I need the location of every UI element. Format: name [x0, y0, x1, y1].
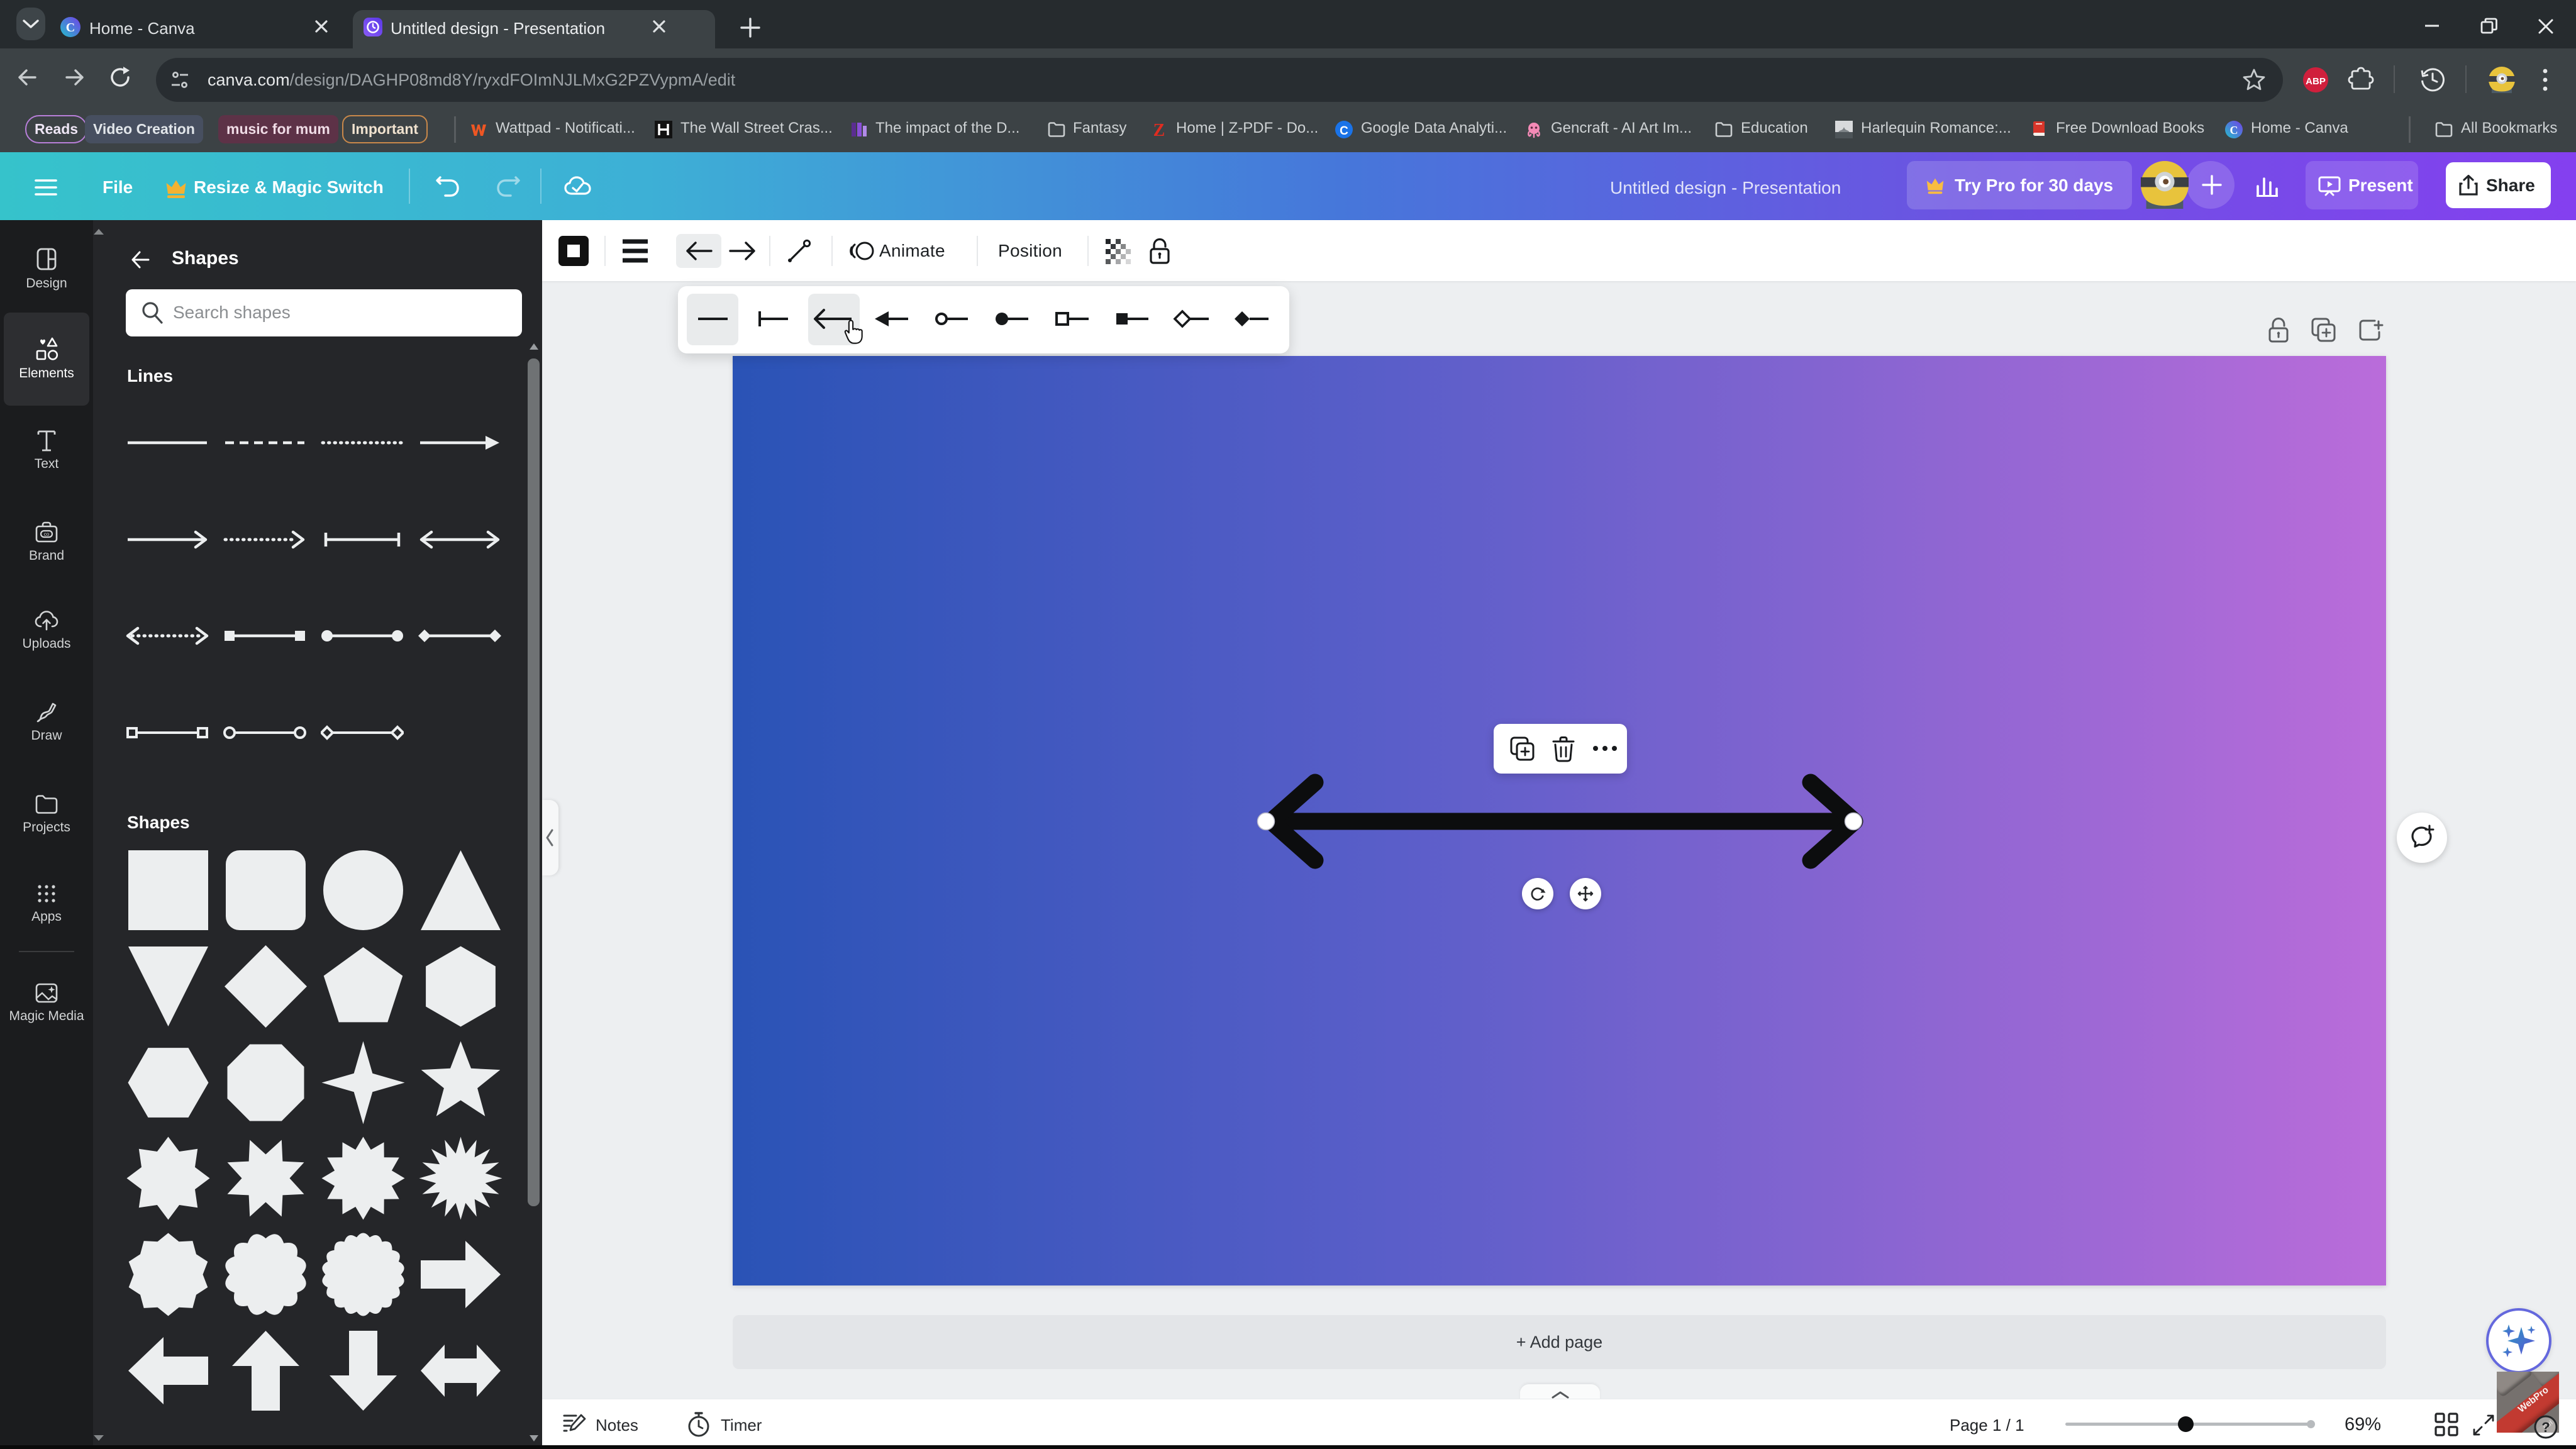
svg-text:C: C: [1340, 125, 1348, 138]
svg-text:co: co: [44, 531, 50, 537]
svg-text:ABP: ABP: [2306, 76, 2326, 87]
svg-text:Z: Z: [1153, 121, 1165, 138]
svg-text:C: C: [2230, 124, 2238, 136]
svg-text:?: ?: [2541, 1419, 2550, 1435]
svg-text:C: C: [66, 21, 75, 35]
